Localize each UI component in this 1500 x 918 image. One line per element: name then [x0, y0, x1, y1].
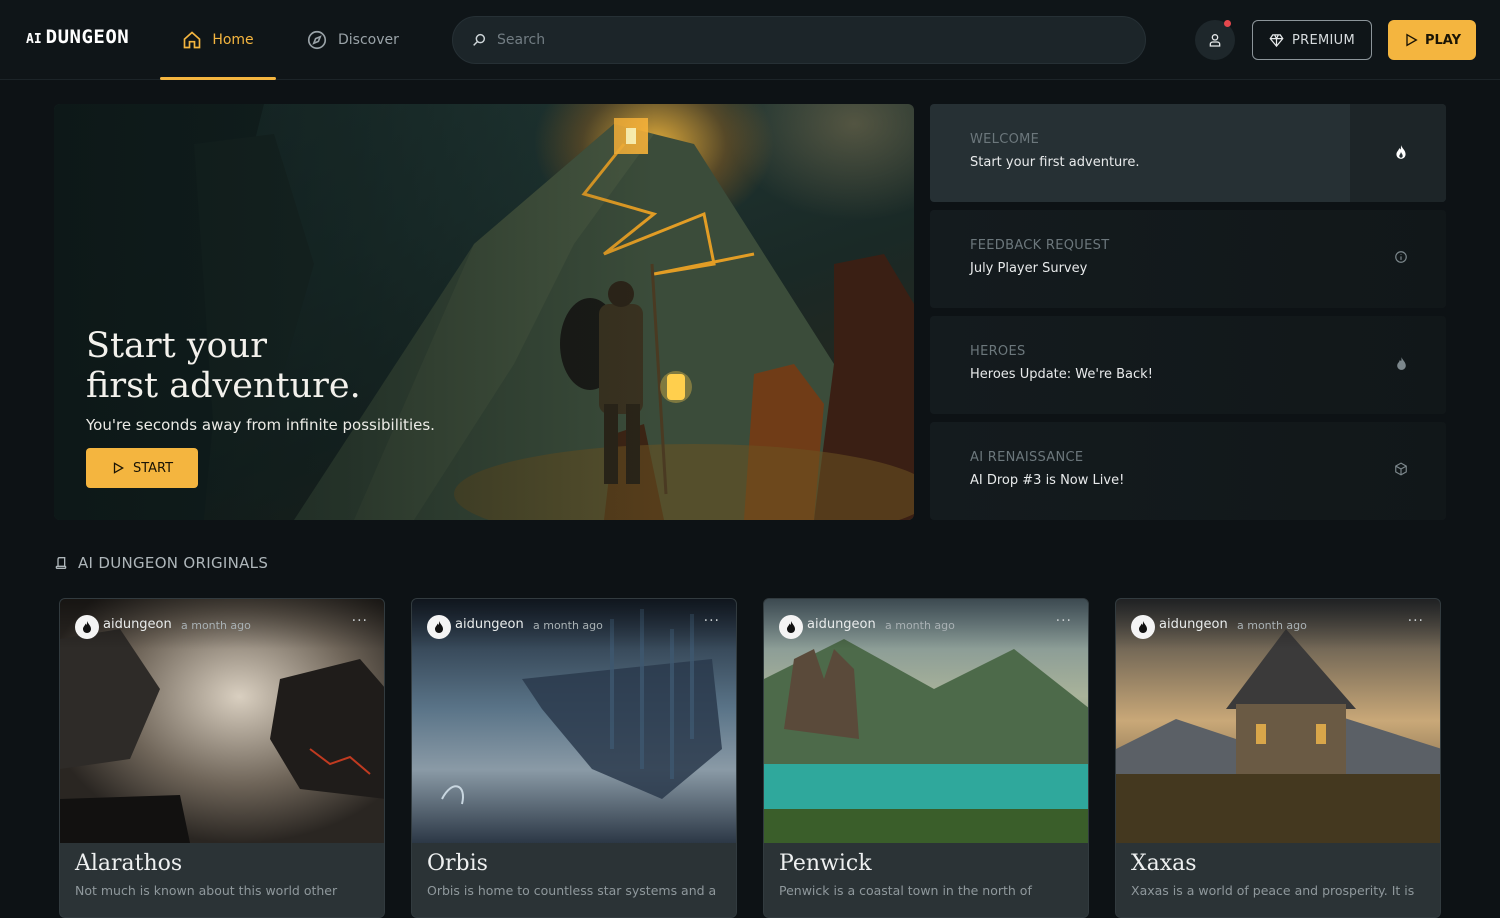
card-author[interactable]: aidungeon	[103, 617, 172, 632]
flame-icon	[83, 621, 91, 633]
play-button[interactable]: PLAY	[1388, 20, 1476, 60]
user-icon	[1209, 34, 1221, 47]
hero-banner: Start your first adventure. You're secon…	[54, 104, 914, 520]
home-icon	[183, 30, 201, 48]
card-body: Alarathos Not much is known about this w…	[60, 843, 384, 917]
app-logo[interactable]: AI DUNGEON	[26, 26, 129, 54]
top-nav-bar: AI DUNGEON Home Discover PREMIUM PLAY	[0, 0, 1500, 80]
card-header: aidungeon a month ago ···	[764, 599, 1088, 649]
card-title: Alarathos	[75, 851, 183, 876]
news-item-welcome[interactable]: WELCOME Start your first adventure.	[930, 104, 1446, 202]
card-header: aidungeon a month ago ···	[412, 599, 736, 649]
card-body: Orbis Orbis is home to countless star sy…	[412, 843, 736, 917]
premium-label: PREMIUM	[1292, 32, 1355, 48]
flame-icon	[1397, 357, 1406, 370]
card-description: Penwick is a coastal town in the north o…	[779, 883, 1032, 898]
diamond-icon	[1269, 33, 1284, 47]
story-card-alarathos[interactable]: aidungeon a month ago ··· Alarathos Not …	[59, 598, 385, 918]
author-avatar[interactable]	[75, 615, 99, 639]
search-input[interactable]	[495, 31, 1099, 49]
hero-subtitle: You're seconds away from infinite possib…	[86, 416, 435, 434]
news-category: HEROES	[970, 344, 1026, 359]
originals-heading-label: AI DUNGEON ORIGINALS	[78, 554, 269, 572]
news-title: AI Drop #3 is Now Live!	[970, 473, 1125, 488]
story-card-xaxas[interactable]: aidungeon a month ago ··· Xaxas Xaxas is…	[1115, 598, 1441, 918]
nav-discover-label: Discover	[338, 31, 399, 48]
card-author[interactable]: aidungeon	[455, 617, 524, 632]
news-category: AI RENAISSANCE	[970, 450, 1084, 465]
active-tab-indicator	[160, 77, 276, 80]
news-title: Start your first adventure.	[970, 155, 1140, 170]
flame-icon	[787, 621, 795, 633]
news-item-heroes[interactable]: HEROES Heroes Update: We're Back!	[930, 316, 1446, 414]
nav-tab-home[interactable]: Home	[160, 0, 276, 80]
logo-text: DUNGEON	[45, 26, 130, 48]
info-icon	[1395, 251, 1407, 263]
news-item-ai-renaissance[interactable]: AI RENAISSANCE AI Drop #3 is Now Live!	[930, 422, 1446, 520]
card-menu-button[interactable]: ···	[1056, 613, 1072, 629]
nav-home-label: Home	[212, 31, 254, 48]
nav-tab-discover[interactable]: Discover	[306, 0, 399, 79]
compass-icon	[307, 30, 327, 49]
card-title: Xaxas	[1131, 851, 1197, 876]
play-icon	[113, 462, 124, 474]
scroll-icon	[55, 557, 67, 569]
flame-icon	[435, 621, 443, 633]
news-title: July Player Survey	[970, 261, 1088, 276]
start-label: START	[132, 460, 174, 476]
news-category: FEEDBACK REQUEST	[970, 238, 1110, 253]
card-menu-button[interactable]: ···	[704, 613, 720, 629]
flame-icon	[1139, 621, 1147, 633]
play-icon	[1406, 33, 1418, 47]
news-list: WELCOME Start your first adventure. FEED…	[930, 104, 1446, 520]
author-avatar[interactable]	[427, 615, 451, 639]
author-avatar[interactable]	[779, 615, 803, 639]
card-body: Xaxas Xaxas is a world of peace and pros…	[1116, 843, 1440, 917]
card-timestamp: a month ago	[181, 619, 251, 632]
notification-dot	[1224, 20, 1231, 27]
start-button[interactable]: START	[86, 448, 198, 488]
card-timestamp: a month ago	[1237, 619, 1307, 632]
card-menu-button[interactable]: ···	[1408, 613, 1424, 629]
card-header: aidungeon a month ago ···	[60, 599, 384, 649]
card-description: Xaxas is a world of peace and prosperity…	[1131, 883, 1415, 898]
play-label: PLAY	[1424, 32, 1462, 48]
originals-heading: AI DUNGEON ORIGINALS	[54, 554, 268, 572]
news-title: Heroes Update: We're Back!	[970, 367, 1153, 382]
cube-icon	[1395, 462, 1407, 476]
card-description: Orbis is home to countless star systems …	[427, 883, 717, 898]
card-author[interactable]: aidungeon	[1159, 617, 1228, 632]
story-card-orbis[interactable]: aidungeon a month ago ··· Orbis Orbis is…	[411, 598, 737, 918]
story-card-penwick[interactable]: aidungeon a month ago ··· Penwick Penwic…	[763, 598, 1089, 918]
search-icon	[473, 33, 486, 46]
card-body: Penwick Penwick is a coastal town in the…	[764, 843, 1088, 917]
logo-prefix: AI	[26, 32, 42, 47]
premium-button[interactable]: PREMIUM	[1252, 20, 1372, 60]
profile-button[interactable]	[1195, 20, 1235, 60]
author-avatar[interactable]	[1131, 615, 1155, 639]
flame-icon	[1396, 145, 1406, 159]
card-menu-button[interactable]: ···	[352, 613, 368, 629]
news-category: WELCOME	[970, 132, 1040, 147]
card-header: aidungeon a month ago ···	[1116, 599, 1440, 649]
hero-title: Start your first adventure.	[86, 326, 361, 406]
card-timestamp: a month ago	[885, 619, 955, 632]
news-item-feedback[interactable]: FEEDBACK REQUEST July Player Survey	[930, 210, 1446, 308]
card-description: Not much is known about this world other	[75, 883, 338, 898]
search-bar[interactable]	[452, 16, 1146, 64]
card-title: Penwick	[779, 851, 872, 876]
card-title: Orbis	[427, 851, 488, 876]
card-author[interactable]: aidungeon	[807, 617, 876, 632]
card-timestamp: a month ago	[533, 619, 603, 632]
